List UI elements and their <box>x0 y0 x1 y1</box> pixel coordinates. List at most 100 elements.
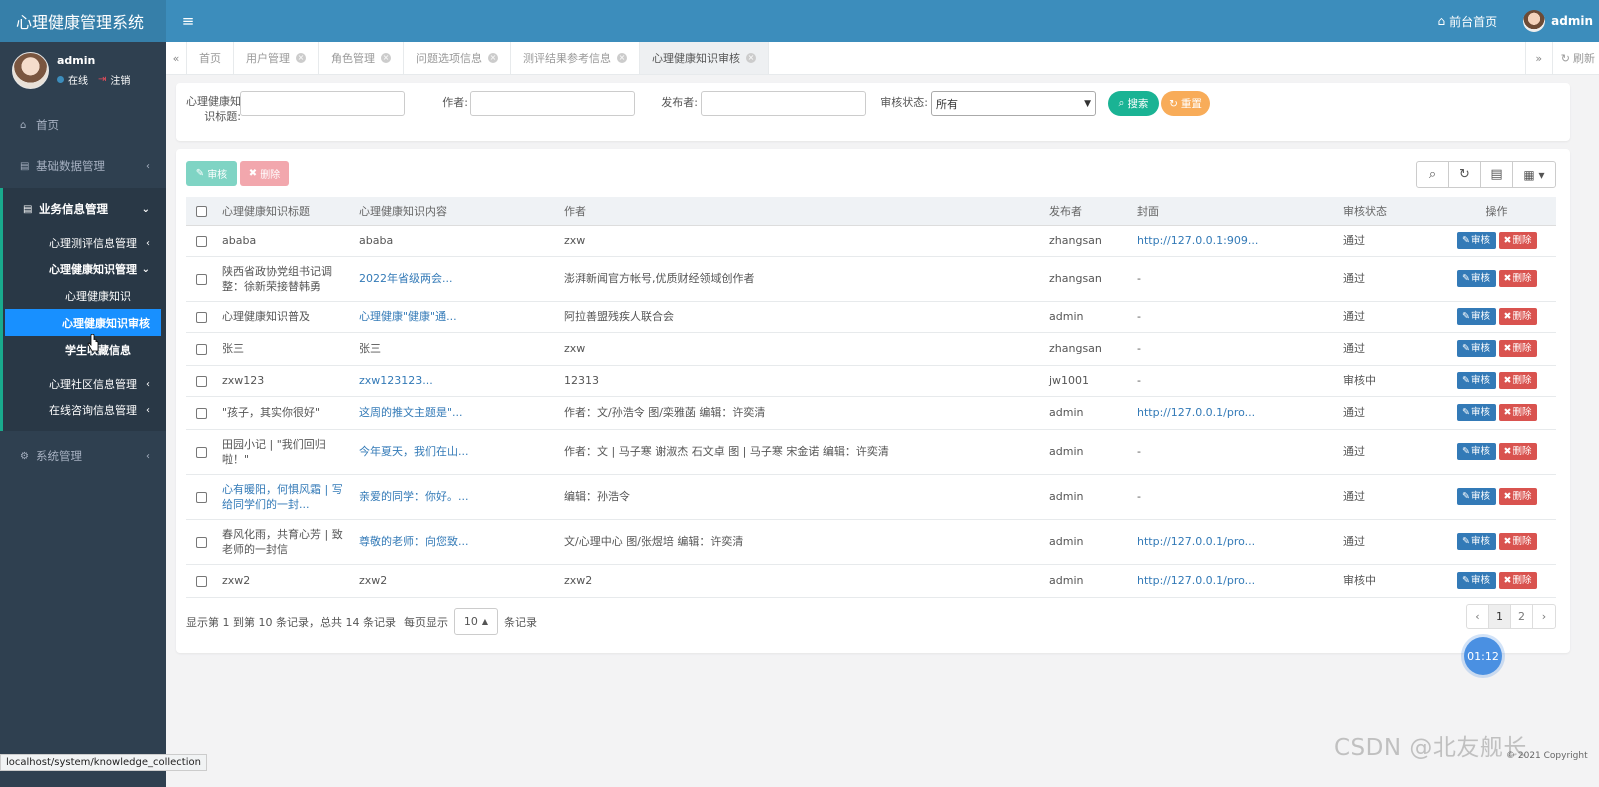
tab-role-mgmt[interactable]: 角色管理 × <box>319 42 404 74</box>
cell-content[interactable]: 这周的推文主题是"... <box>353 396 558 430</box>
refresh-icon[interactable]: ↻ <box>1449 162 1481 187</box>
row-audit-button[interactable]: ✎ 审核 <box>1456 404 1496 421</box>
next-page-button[interactable]: › <box>1533 605 1555 628</box>
page-2-button[interactable]: 2 <box>1511 605 1533 628</box>
row-delete-button[interactable]: ✖ 删除 <box>1498 533 1537 550</box>
cell-content[interactable]: 亲爱的同学：你好。... <box>353 474 558 520</box>
row-audit-button[interactable]: ✎ 审核 <box>1456 270 1496 287</box>
close-icon[interactable]: × <box>617 53 627 63</box>
row-audit-button[interactable]: ✎ 审核 <box>1456 572 1496 589</box>
column-header[interactable]: 作者 <box>558 197 1043 226</box>
search-button[interactable]: ⌕ 搜索 <box>1108 91 1159 116</box>
cell-cover[interactable]: http://127.0.0.1/pro... <box>1131 564 1337 598</box>
row-audit-button[interactable]: ✎ 审核 <box>1456 533 1496 550</box>
sidebar-item-consult[interactable]: 在线咨询信息管理 ‹ <box>3 397 166 423</box>
tab-user-mgmt[interactable]: 用户管理 × <box>234 42 319 74</box>
user-menu[interactable]: admin <box>1523 10 1593 32</box>
row-audit-button[interactable]: ✎ 审核 <box>1456 372 1496 389</box>
column-header[interactable]: 心理健康知识内容 <box>353 197 558 226</box>
row-checkbox[interactable] <box>195 273 207 285</box>
row-checkbox[interactable] <box>195 446 207 458</box>
front-home-link[interactable]: ⌂ 前台首页 <box>1438 13 1498 30</box>
search-icon[interactable]: ⌕ <box>1417 162 1449 187</box>
row-audit-button[interactable]: ✎ 审核 <box>1456 443 1496 460</box>
column-header[interactable]: 心理健康知识标题 <box>216 197 353 226</box>
timer-badge[interactable]: 01:12 <box>1464 637 1502 675</box>
row-checkbox[interactable] <box>195 235 207 247</box>
tab-home[interactable]: 首页 <box>187 42 234 74</box>
row-checkbox[interactable] <box>195 575 207 587</box>
cell-content[interactable]: 尊敬的老师：向您致... <box>353 519 558 565</box>
tabs-scroll-left-icon[interactable]: « <box>166 42 187 74</box>
search-button-label: 搜索 <box>1127 98 1149 110</box>
cell-content[interactable]: zxw123123... <box>353 365 558 397</box>
row-checkbox[interactable] <box>195 343 207 355</box>
sidebar-item-home[interactable]: ⌂ 首页 <box>0 106 166 144</box>
columns-icon[interactable]: ▦ ▾ <box>1513 162 1555 187</box>
row-delete-button[interactable]: ✖ 删除 <box>1498 372 1537 389</box>
cell-actions: ✎ 审核 ✖ 删除 <box>1437 332 1556 366</box>
column-header[interactable]: 审核状态 <box>1337 197 1437 226</box>
sidebar-item-knowledge-audit[interactable]: 心理健康知识审核 <box>5 309 161 336</box>
batch-delete-button[interactable]: ✖ 删除 <box>240 161 289 186</box>
row-audit-button[interactable]: ✎ 审核 <box>1456 232 1496 249</box>
sidebar-item-student-collect[interactable]: 学生收藏信息 <box>3 336 166 363</box>
status-filter-select[interactable]: 所有 ▼ <box>931 91 1096 116</box>
cell-content[interactable]: 今年夏天，我们在山... <box>353 429 558 475</box>
row-audit-button[interactable]: ✎ 审核 <box>1456 340 1496 357</box>
prev-page-button[interactable]: ‹ <box>1467 605 1489 628</box>
sidebar-item-basic-data[interactable]: ▤ 基础数据管理 ‹ <box>0 147 166 185</box>
page-size-dropdown[interactable]: 10 ▲ <box>453 608 498 635</box>
row-delete-button[interactable]: ✖ 删除 <box>1498 572 1537 589</box>
sidebar-item-system[interactable]: ⚙ 系统管理 ‹ <box>0 437 166 475</box>
close-icon[interactable]: × <box>296 53 306 63</box>
cell-content[interactable]: 心理健康"健康"通... <box>353 301 558 333</box>
toggle-view-icon[interactable]: ▤ <box>1481 162 1513 187</box>
row-checkbox[interactable] <box>195 536 207 548</box>
cell-status: 通过 <box>1337 429 1437 475</box>
sidebar-item-community[interactable]: 心理社区信息管理 ‹ <box>3 371 166 397</box>
tabs-scroll-right-icon[interactable]: » <box>1524 42 1552 74</box>
column-header[interactable]: 封面 <box>1131 197 1337 226</box>
row-delete-button[interactable]: ✖ 删除 <box>1498 232 1537 249</box>
row-checkbox[interactable] <box>195 311 207 323</box>
cell-cover[interactable]: http://127.0.0.1:909... <box>1131 225 1337 257</box>
row-delete-button[interactable]: ✖ 删除 <box>1498 270 1537 287</box>
sidebar-item-business[interactable]: ▤ 业务信息管理 ⌄ <box>3 188 166 230</box>
search-form: 心理健康知识标题: 作者: 发布者: 审核状态: 所有 ▼ ⌕ 搜索 ↻ 重置 <box>176 83 1570 141</box>
row-delete-button[interactable]: ✖ 删除 <box>1498 404 1537 421</box>
close-icon[interactable]: × <box>488 53 498 63</box>
batch-audit-button[interactable]: ✎ 审核 <box>186 161 237 186</box>
row-checkbox[interactable] <box>195 375 207 387</box>
author-search-input[interactable] <box>470 91 635 116</box>
refresh-button[interactable]: ↻ 刷新 <box>1551 42 1599 74</box>
close-icon[interactable]: × <box>746 53 756 63</box>
row-delete-button[interactable]: ✖ 删除 <box>1498 443 1537 460</box>
row-audit-button[interactable]: ✎ 审核 <box>1456 308 1496 325</box>
row-delete-button[interactable]: ✖ 删除 <box>1498 308 1537 325</box>
row-checkbox[interactable] <box>195 407 207 419</box>
tab-question-options[interactable]: 问题选项信息 × <box>404 42 511 74</box>
select-all-checkbox[interactable] <box>195 205 207 217</box>
title-search-input[interactable] <box>240 91 405 116</box>
tab-knowledge-audit[interactable]: 心理健康知识审核 × <box>640 42 769 74</box>
tab-assessment-result[interactable]: 测评结果参考信息 × <box>511 42 640 74</box>
reset-button[interactable]: ↻ 重置 <box>1161 91 1210 116</box>
sidebar-item-knowledge[interactable]: 心理健康知识 <box>3 282 166 309</box>
publisher-search-input[interactable] <box>701 91 866 116</box>
row-delete-button[interactable]: ✖ 删除 <box>1498 340 1537 357</box>
logout-link[interactable]: 注销 <box>110 72 130 87</box>
close-icon[interactable]: × <box>381 53 391 63</box>
cell-content[interactable]: 2022年省级两会... <box>353 256 558 302</box>
row-audit-button[interactable]: ✎ 审核 <box>1456 488 1496 505</box>
row-delete-button[interactable]: ✖ 删除 <box>1498 488 1537 505</box>
sidebar-item-knowledge-mgmt[interactable]: 心理健康知识管理 ⌄ <box>3 256 166 282</box>
page-1-button[interactable]: 1 <box>1489 605 1511 628</box>
column-header[interactable]: 发布者 <box>1043 197 1131 226</box>
sidebar-item-assessment[interactable]: 心理测评信息管理 ‹ <box>3 230 166 256</box>
menu-toggle-icon[interactable]: ≡ <box>166 0 210 42</box>
cell-cover[interactable]: http://127.0.0.1/pro... <box>1131 396 1337 430</box>
row-checkbox[interactable] <box>195 491 207 503</box>
cell-cover[interactable]: http://127.0.0.1/pro... <box>1131 519 1337 565</box>
browser-status-url: localhost/system/knowledge_collection <box>0 754 207 771</box>
